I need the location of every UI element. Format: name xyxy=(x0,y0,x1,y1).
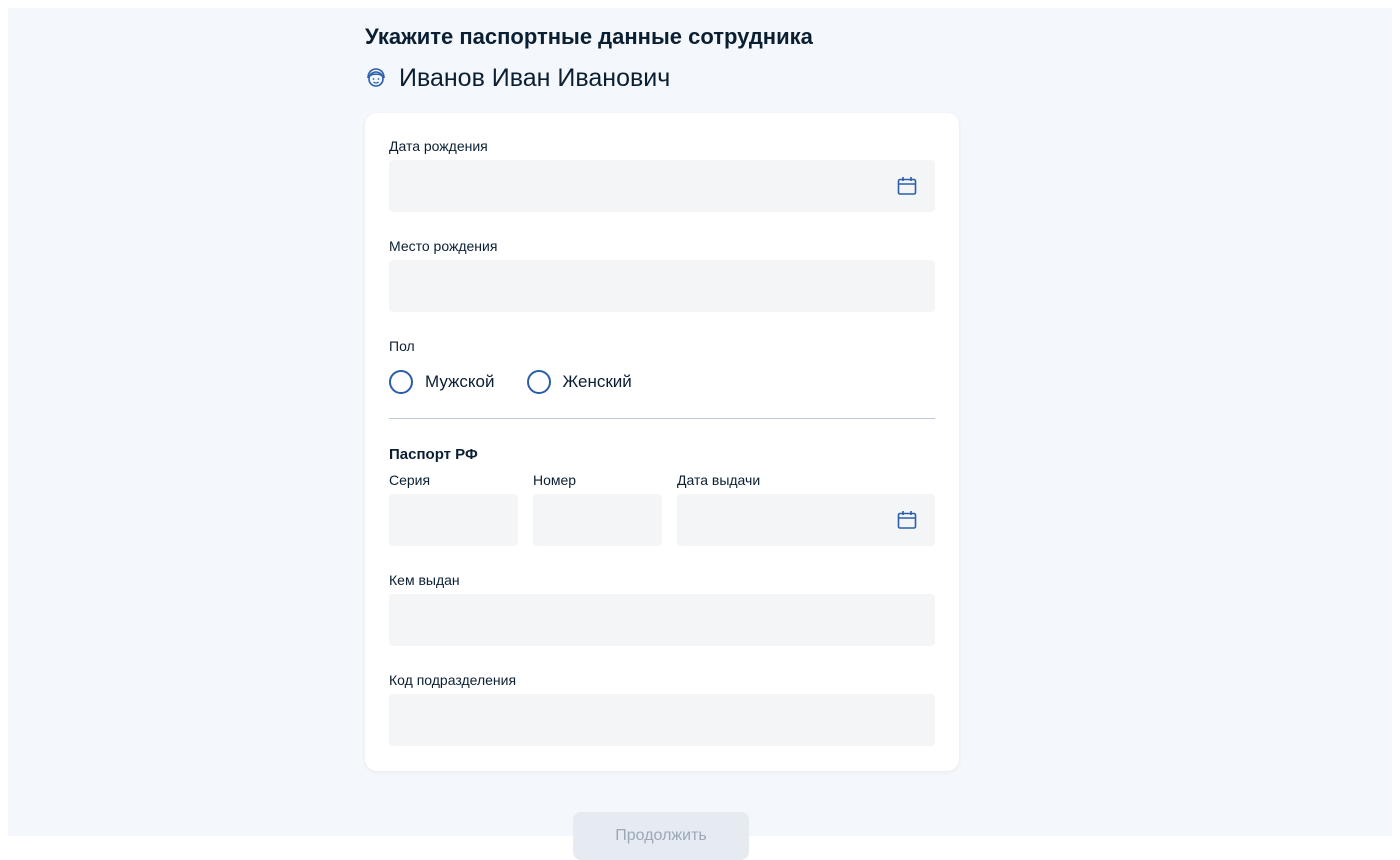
radio-circle-icon[interactable] xyxy=(526,370,551,394)
passport-series-input[interactable] xyxy=(389,494,518,546)
birth-place-field[interactable] xyxy=(389,260,935,312)
passport-number-field[interactable] xyxy=(533,494,662,546)
user-face-icon xyxy=(365,67,387,89)
birth-place-label: Место рождения xyxy=(389,238,498,254)
calendar-icon[interactable] xyxy=(897,176,917,196)
birth-date-label: Дата рождения xyxy=(389,138,488,154)
division-code-input[interactable] xyxy=(389,694,935,746)
passport-series-label: Серия xyxy=(389,472,431,488)
gender-option-label[interactable]: Женский xyxy=(563,372,632,392)
issue-date-field[interactable] xyxy=(677,494,935,546)
birth-date-input[interactable] xyxy=(389,160,935,212)
gender-radio-group: Мужской Женский xyxy=(389,369,664,395)
passport-section-title: Паспорт РФ xyxy=(389,446,478,463)
employee-name: Иванов Иван Иванович xyxy=(399,64,671,92)
birth-place-input[interactable] xyxy=(389,260,935,312)
passport-number-label: Номер xyxy=(533,472,577,488)
radio-circle-icon[interactable] xyxy=(389,370,413,394)
issue-date-label: Дата выдачи xyxy=(677,472,761,488)
gender-radio-female[interactable]: Женский xyxy=(526,370,632,394)
continue-button[interactable]: Продолжить xyxy=(573,812,749,860)
passport-form-card: Дата рождения Место рождения Пол Мужской… xyxy=(365,113,959,771)
division-code-field[interactable] xyxy=(389,694,935,746)
issued-by-field[interactable] xyxy=(389,594,935,646)
section-divider xyxy=(389,418,935,419)
issued-by-label: Кем выдан xyxy=(389,572,460,588)
passport-number-input[interactable] xyxy=(533,494,662,546)
employee-header: Иванов Иван Иванович xyxy=(365,60,670,96)
page-title: Укажите паспортные данные сотрудника xyxy=(365,24,813,49)
passport-series-field[interactable] xyxy=(389,494,518,546)
gender-option-label[interactable]: Мужской xyxy=(425,372,495,392)
division-code-label: Код подразделения xyxy=(389,672,517,688)
calendar-icon[interactable] xyxy=(897,510,917,530)
issued-by-input[interactable] xyxy=(389,594,935,646)
gender-radio-male[interactable]: Мужской xyxy=(389,370,495,394)
gender-label: Пол xyxy=(389,338,415,354)
birth-date-field[interactable] xyxy=(389,160,935,212)
